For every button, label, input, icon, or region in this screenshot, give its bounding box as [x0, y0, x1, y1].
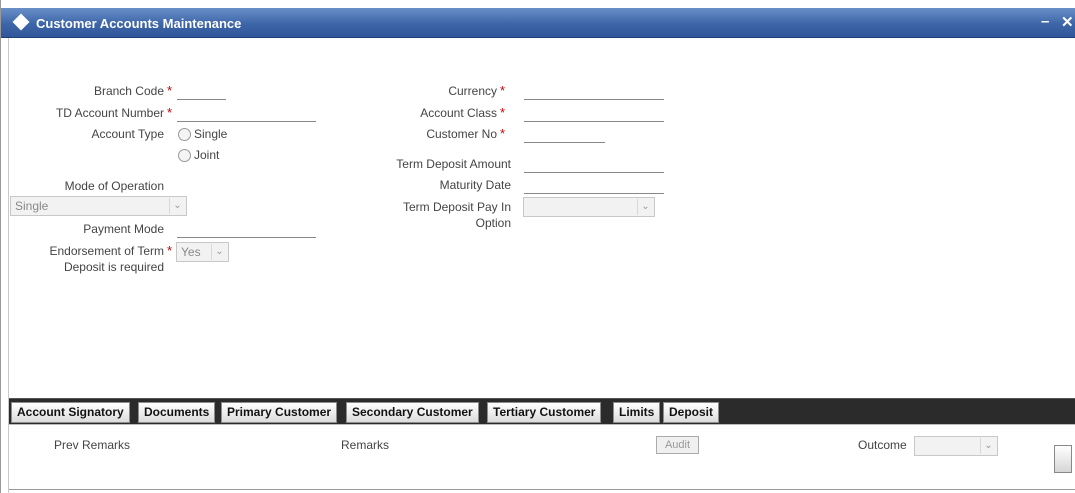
- mode-of-operation-select[interactable]: Single ⌄: [10, 196, 187, 216]
- prev-remarks-label: Prev Remarks: [54, 438, 131, 452]
- td-account-number-label: TD Account Number: [55, 106, 164, 120]
- account-type-joint-radio[interactable]: [178, 149, 191, 162]
- account-type-single-label: Single: [194, 127, 228, 141]
- title-bar: Customer Accounts Maintenance – ✕: [1, 8, 1075, 38]
- endorsement-label-line1: Endorsement of Term: [49, 244, 165, 258]
- chevron-down-icon: ⌄: [637, 199, 653, 215]
- term-deposit-amount-label: Term Deposit Amount: [396, 157, 511, 171]
- left-border: [1, 38, 9, 493]
- account-class-required-marker: *: [500, 105, 506, 120]
- endorsement-select[interactable]: Yes ⌄: [176, 242, 229, 262]
- account-class-input[interactable]: [524, 106, 664, 122]
- tab-bar: Account Signatory Documents Primary Cust…: [9, 398, 1075, 424]
- currency-label: Currency: [448, 84, 497, 98]
- term-deposit-pay-in-select[interactable]: ⌄: [523, 197, 655, 217]
- customer-no-input[interactable]: [524, 127, 605, 143]
- diamond-icon: [12, 13, 30, 31]
- account-type-label: Account Type: [91, 127, 165, 141]
- branch-code-input[interactable]: [177, 84, 226, 100]
- minimize-button[interactable]: –: [1041, 13, 1049, 30]
- account-type-joint-label: Joint: [194, 148, 220, 162]
- endorsement-required-marker: *: [167, 243, 173, 258]
- mode-of-operation-value: Single: [15, 199, 49, 213]
- term-deposit-pay-in-label-line2: Option: [475, 216, 511, 230]
- endorsement-label-line2: Deposit is required: [63, 260, 164, 274]
- account-type-single-radio[interactable]: [178, 128, 191, 141]
- chevron-down-icon: ⌄: [169, 198, 185, 214]
- customer-no-label: Customer No: [426, 127, 497, 141]
- close-button[interactable]: ✕: [1061, 13, 1074, 31]
- payment-mode-label: Payment Mode: [83, 222, 164, 236]
- term-deposit-amount-input[interactable]: [524, 157, 664, 173]
- tab-limits[interactable]: Limits: [613, 402, 661, 423]
- td-account-number-required-marker: *: [167, 105, 173, 120]
- tab-tertiary-customer[interactable]: Tertiary Customer: [487, 402, 602, 423]
- chevron-down-icon: ⌄: [980, 438, 996, 454]
- outcome-select[interactable]: ⌄: [914, 436, 998, 456]
- tab-documents[interactable]: Documents: [138, 402, 216, 423]
- currency-required-marker: *: [500, 83, 506, 98]
- tab-primary-customer[interactable]: Primary Customer: [221, 402, 338, 423]
- maturity-date-input[interactable]: [524, 178, 664, 194]
- window-title: Customer Accounts Maintenance: [36, 16, 242, 31]
- side-action-button[interactable]: [1054, 445, 1072, 473]
- customer-accounts-window: Customer Accounts Maintenance – ✕ Branch…: [0, 0, 1075, 493]
- bottom-border: [9, 489, 1075, 490]
- chevron-down-icon: ⌄: [211, 244, 227, 260]
- branch-code-required-marker: *: [167, 83, 173, 98]
- outcome-label: Outcome: [858, 438, 907, 452]
- branch-code-label: Branch Code: [93, 84, 164, 98]
- td-account-number-input[interactable]: [177, 106, 316, 122]
- tab-secondary-customer[interactable]: Secondary Customer: [346, 402, 479, 423]
- endorsement-value: Yes: [181, 245, 201, 259]
- customer-no-required-marker: *: [500, 126, 506, 141]
- footer-panel: Prev Remarks Remarks Audit Outcome ⌄: [9, 424, 1075, 490]
- term-deposit-pay-in-label-line1: Term Deposit Pay In: [402, 200, 511, 214]
- currency-input[interactable]: [524, 84, 664, 100]
- audit-button[interactable]: Audit: [656, 436, 699, 454]
- maturity-date-label: Maturity Date: [439, 178, 511, 192]
- payment-mode-input[interactable]: [177, 222, 316, 238]
- mode-of-operation-label: Mode of Operation: [64, 179, 164, 193]
- tab-deposit[interactable]: Deposit: [663, 402, 720, 423]
- remarks-label: Remarks: [341, 438, 390, 452]
- tab-account-signatory[interactable]: Account Signatory: [11, 402, 130, 423]
- account-class-label: Account Class: [420, 106, 497, 120]
